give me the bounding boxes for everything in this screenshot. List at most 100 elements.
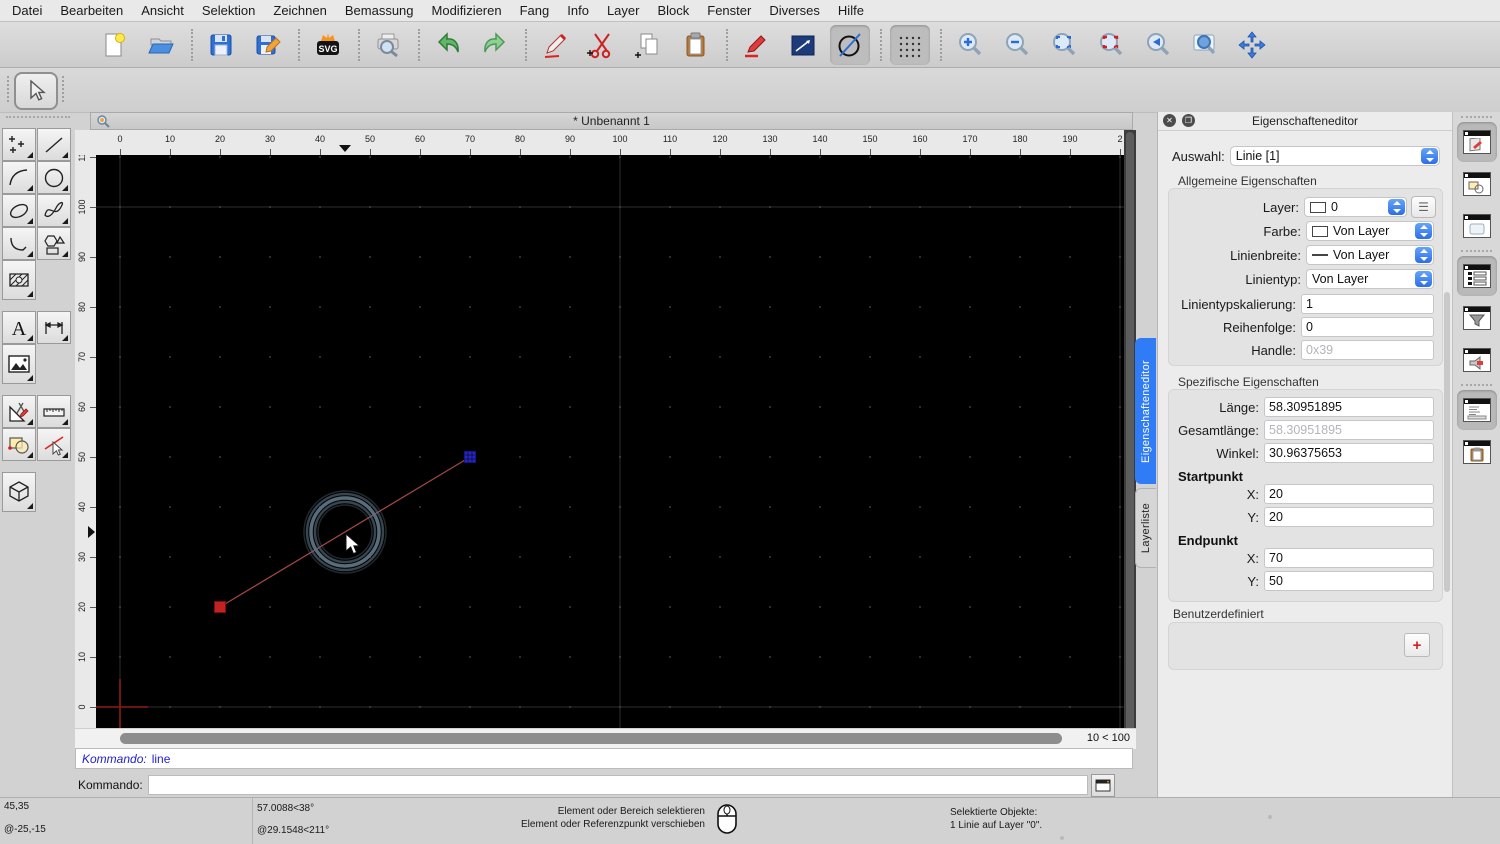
draw-pencil-button[interactable] (736, 25, 776, 65)
arc-tool-button[interactable] (2, 161, 36, 194)
block-tool-button[interactable] (2, 428, 36, 461)
polyline-tool-button[interactable] (2, 227, 36, 260)
selected-line[interactable] (219, 456, 471, 608)
ellipse-tool-button[interactable] (2, 194, 36, 227)
history-dock-button[interactable] (1456, 390, 1497, 430)
total-length-input[interactable] (1264, 420, 1434, 440)
polygon-tool-button[interactable] (37, 227, 71, 260)
menu-item-info[interactable]: Info (567, 3, 589, 18)
order-input[interactable] (1301, 317, 1434, 337)
tab-eigenschafteneditor[interactable]: Eigenschafteneditor (1135, 338, 1156, 484)
start-x-input[interactable] (1264, 484, 1434, 504)
menu-item-zeichnen[interactable]: Zeichnen (273, 3, 326, 18)
line-tool-button[interactable] (783, 25, 823, 65)
image-tool-button[interactable] (2, 344, 36, 384)
dimension-tool-button[interactable] (37, 311, 71, 344)
length-input[interactable] (1264, 397, 1434, 417)
edit-pencil-button[interactable] (535, 25, 575, 65)
measure-tool-button[interactable] (37, 395, 71, 428)
command-input[interactable] (147, 775, 1088, 795)
modify-tool-button[interactable] (37, 428, 71, 461)
start-y-input[interactable] (1264, 507, 1434, 527)
end-y-input[interactable] (1264, 571, 1434, 591)
menu-item-fenster[interactable]: Fenster (707, 3, 751, 18)
layerlist-dock-button[interactable] (1456, 256, 1497, 296)
menu-item-hilfe[interactable]: Hilfe (838, 3, 864, 18)
zoom-in-button[interactable] (950, 25, 990, 65)
zoom-out-button[interactable] (997, 25, 1037, 65)
clipboard-dock-button[interactable] (1457, 432, 1497, 472)
open-file-button[interactable] (141, 25, 181, 65)
menu-item-modifizieren[interactable]: Modifizieren (432, 3, 502, 18)
solid-3d-tool-button[interactable] (2, 472, 36, 512)
circle-line-tool-button[interactable] (830, 24, 870, 65)
panel-close-button[interactable]: ✕ (1163, 114, 1176, 127)
color-dropdown[interactable]: Von Layer (1306, 221, 1434, 241)
zoom-pan-button[interactable] (1232, 25, 1272, 65)
undo-button[interactable] (428, 25, 468, 65)
select-tool-button[interactable] (14, 72, 58, 110)
block-dock-button[interactable] (1457, 164, 1497, 204)
copy-button[interactable] (629, 25, 669, 65)
menu-item-datei[interactable]: Datei (12, 3, 42, 18)
save-button[interactable] (201, 25, 241, 65)
drawing-canvas[interactable] (96, 155, 1124, 728)
linetype-dropdown[interactable]: Von Layer (1306, 269, 1434, 289)
paste-button[interactable] (676, 25, 716, 65)
command-dock-button2[interactable] (1457, 340, 1497, 380)
line-tool-button[interactable] (37, 128, 71, 161)
menu-item-fang[interactable]: Fang (520, 3, 550, 18)
print-preview-button[interactable] (368, 25, 408, 65)
document-titlebar[interactable]: * Unbenannt 1 (90, 112, 1133, 130)
menu-item-diverses[interactable]: Diverses (769, 3, 820, 18)
toolbar-handle[interactable] (7, 76, 9, 102)
zoom-auto-button[interactable] (1044, 25, 1084, 65)
dock-strip-handle[interactable] (1461, 250, 1492, 252)
add-custom-property-button[interactable]: + (1404, 633, 1430, 657)
handle-input[interactable] (1301, 340, 1434, 360)
export-svg-button[interactable]: SVG (308, 25, 348, 65)
menu-item-selektion[interactable]: Selektion (202, 3, 255, 18)
new-file-button[interactable] (94, 25, 134, 65)
menu-item-layer[interactable]: Layer (607, 3, 640, 18)
angle-input[interactable] (1264, 443, 1434, 463)
command-dock-button[interactable] (1090, 773, 1115, 797)
menu-item-block[interactable]: Block (657, 3, 689, 18)
grid-toggle-button[interactable] (890, 24, 930, 65)
points-tool-button[interactable] (2, 128, 36, 161)
layer-menu-button[interactable]: ☰ (1411, 196, 1436, 218)
menu-item-bemassung[interactable]: Bemassung (345, 3, 414, 18)
save-as-button[interactable] (248, 25, 288, 65)
linewidth-dropdown[interactable]: Von Layer (1306, 245, 1434, 265)
end-x-input[interactable] (1264, 548, 1434, 568)
redo-button[interactable] (475, 25, 515, 65)
zoom-previous-button[interactable] (1138, 25, 1178, 65)
zoom-selected-button[interactable] (1091, 25, 1131, 65)
menu-item-ansicht[interactable]: Ansicht (141, 3, 184, 18)
text-tool-button[interactable]: A (2, 311, 36, 344)
line-start-handle[interactable] (214, 601, 226, 613)
panel-undock-button[interactable]: ❐ (1182, 114, 1195, 127)
library-dock-button[interactable] (1457, 206, 1497, 246)
cut-button[interactable] (582, 25, 622, 65)
toolbar-handle[interactable] (62, 76, 64, 102)
panel-scrollbar[interactable] (1444, 292, 1450, 592)
palette-handle[interactable] (6, 116, 70, 122)
spline-tool-button[interactable] (37, 194, 71, 227)
properties-dock-button[interactable] (1456, 122, 1497, 162)
dock-strip-handle[interactable] (1461, 384, 1492, 386)
dock-strip-handle[interactable] (1461, 116, 1492, 118)
horizontal-scrollbar-thumb[interactable] (120, 733, 1062, 744)
menu-item-bearbeiten[interactable]: Bearbeiten (60, 3, 123, 18)
filter-dock-button[interactable] (1457, 298, 1497, 338)
hatch-tool-button[interactable] (2, 260, 36, 300)
layer-dropdown[interactable]: 0 (1304, 197, 1407, 217)
linetypescale-input[interactable] (1301, 294, 1434, 314)
selection-dropdown[interactable]: Linie [1] (1229, 146, 1440, 166)
tab-layerliste[interactable]: Layerliste (1135, 488, 1156, 568)
misc-tools-button[interactable] (2, 395, 36, 428)
line-end-handle[interactable] (464, 451, 476, 463)
circle-tool-button[interactable] (37, 161, 71, 194)
horizontal-scrollbar[interactable]: 10 < 100 (75, 728, 1136, 749)
zoom-window-button[interactable] (1185, 25, 1225, 65)
